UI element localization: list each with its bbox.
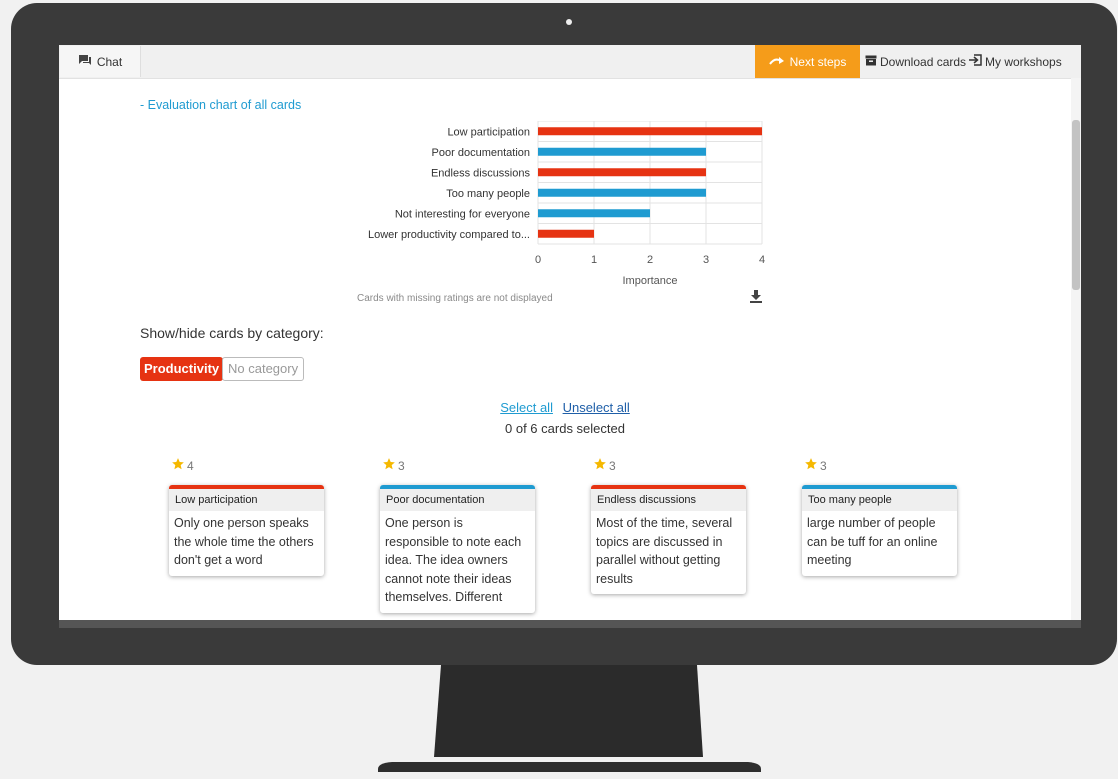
chart-category-label: Low participation: [447, 126, 530, 138]
next-steps-label: Next steps: [789, 54, 847, 69]
evaluation-chart: Low participation Poor documentation Endle…: [349, 120, 779, 296]
bar-chart-svg: Low participation Poor documentation Endle…: [368, 120, 765, 287]
chart-bar: [538, 168, 706, 177]
missing-ratings-note: Cards with missing ratings are not displ…: [357, 293, 553, 304]
category-productivity-toggle[interactable]: Productivity: [140, 357, 224, 381]
evaluation-chart-title: - Evaluation chart of all cards: [140, 98, 302, 112]
download-cards-button[interactable]: Download cards: [865, 45, 966, 78]
chart-category-label: Not interesting for everyone: [395, 208, 530, 220]
chat-label: Chat: [96, 54, 123, 69]
category-filter-label: Show/hide cards by category:: [140, 325, 324, 341]
card-text: Most of the time, several topics are dis…: [596, 516, 733, 586]
chart-category-label: Endless discussions: [431, 167, 531, 179]
idea-card[interactable]: Too many people large number of people c…: [802, 485, 957, 576]
card-text: large number of people can be tuff for a…: [807, 516, 938, 567]
card-title: Poor documentation: [380, 489, 535, 511]
card-title: Endless discussions: [591, 489, 746, 511]
my-workshops-label: My workshops: [985, 54, 1062, 69]
chart-bar: [538, 127, 762, 136]
chart-bar: [538, 188, 706, 197]
idea-card[interactable]: Low participation Only one person speaks…: [169, 485, 324, 576]
chart-tick-label: 3: [703, 254, 709, 266]
chat-button[interactable]: Chat: [60, 46, 141, 77]
card-title: Too many people: [802, 489, 957, 511]
chart-bar: [538, 147, 706, 156]
scrollbar-thumb[interactable]: [1072, 120, 1080, 290]
card-title: Low participation: [169, 489, 324, 511]
chart-tick-label: 4: [759, 254, 765, 266]
chart-tick-label: 1: [591, 254, 597, 266]
chart-download-icon[interactable]: [750, 290, 762, 308]
next-steps-button[interactable]: Next steps: [755, 45, 860, 78]
screen-bottom-edge: [59, 620, 1081, 628]
app-screen: Chat Next steps Download cards My worksh…: [59, 45, 1081, 620]
chart-category-label: Too many people: [446, 188, 530, 200]
download-cards-label: Download cards: [880, 54, 967, 69]
sign-in-icon: [969, 54, 982, 69]
chart-x-axis-label: Importance: [622, 275, 677, 287]
rating-value: 3: [820, 458, 827, 473]
unselect-all-link[interactable]: Unselect all: [563, 400, 630, 415]
card-rating: 3: [382, 457, 405, 474]
selected-count-text: 0 of 6 cards selected: [505, 421, 625, 436]
select-all-link[interactable]: Select all: [500, 400, 553, 415]
chat-icon: [78, 54, 92, 69]
card-rating: 3: [593, 457, 616, 474]
chart-bar: [538, 209, 650, 218]
idea-card[interactable]: Poor documentation One person is respons…: [380, 485, 535, 613]
card-rating: 4: [171, 457, 194, 474]
star-icon: [804, 457, 818, 474]
top-toolbar: Chat Next steps Download cards My worksh…: [59, 45, 1081, 79]
rating-value: 3: [398, 458, 405, 473]
chart-category-label: Poor documentation: [432, 147, 530, 159]
chart-bar: [538, 229, 594, 238]
chart-category-label: Lower productivity compared to...: [368, 229, 530, 241]
star-icon: [593, 457, 607, 474]
rating-value: 3: [609, 458, 616, 473]
selection-links: Select all Unselect all: [59, 400, 1071, 415]
rating-value: 4: [187, 458, 194, 473]
card-text: One person is responsible to note each i…: [385, 516, 522, 604]
archive-icon: [865, 55, 877, 69]
card-text: Only one person speaks the whole time th…: [174, 516, 314, 567]
my-workshops-button[interactable]: My workshops: [969, 45, 1062, 78]
idea-card[interactable]: Endless discussions Most of the time, se…: [591, 485, 746, 594]
chart-tick-label: 2: [647, 254, 653, 266]
star-icon: [382, 457, 396, 474]
card-rating: 3: [804, 457, 827, 474]
category-none-toggle[interactable]: No category: [222, 357, 305, 381]
star-icon: [171, 457, 185, 474]
redo-arrow-icon: [768, 55, 785, 69]
chart-tick-label: 0: [535, 254, 541, 266]
